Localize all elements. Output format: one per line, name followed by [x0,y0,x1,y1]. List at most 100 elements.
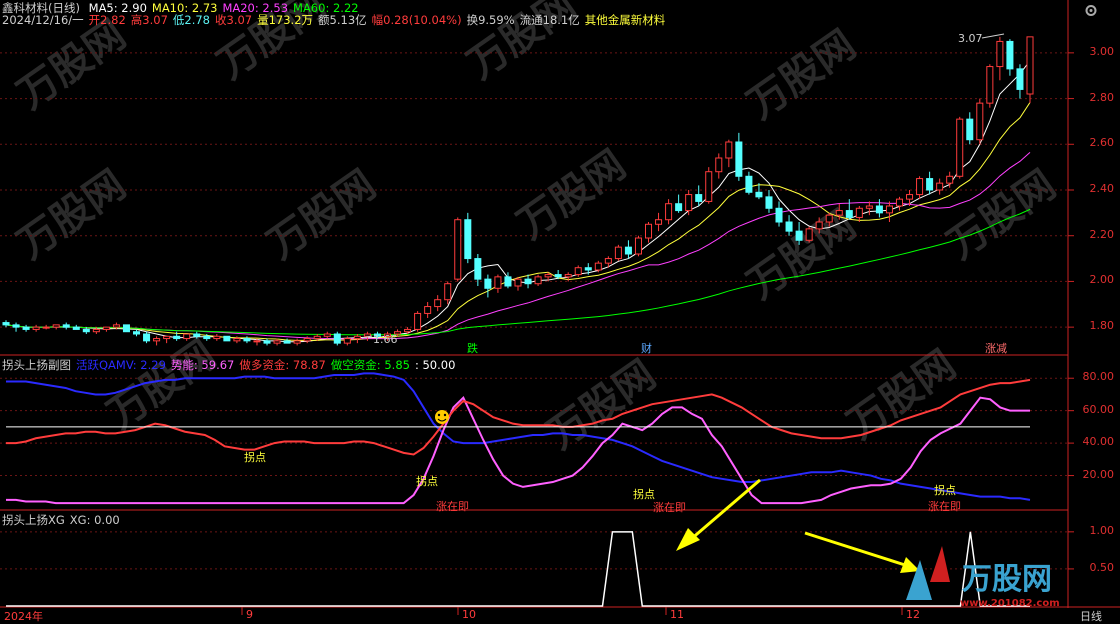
candle-body [835,210,843,216]
watermark-text: 万股网 [99,332,224,439]
candle-body [414,312,422,330]
candle-body [1026,36,1034,95]
candle-body [624,246,632,255]
candle-body [504,276,512,287]
candle-body [112,324,120,328]
candle-body [62,324,70,328]
candle-body [223,335,231,342]
info-item-7: 幅0.28(10.04%) [371,13,462,27]
axis-tick-label: 2.40 [1089,182,1115,195]
sub1-annotation: 拐点 [244,450,266,464]
marker-die: 跌 [467,341,478,355]
ma-lines [5,60,1031,343]
candle-body [514,278,522,287]
sub2-gridlines [0,531,1074,570]
candle-body [72,326,80,330]
sub2-legend-1: XG: 0.00 [69,513,120,527]
candle-body [2,322,10,326]
candle-body [594,262,602,271]
candle-body [253,340,261,343]
candle-body [554,274,562,278]
candle-body [775,207,783,223]
candle-body [946,175,954,184]
candle-body [404,328,412,333]
candle-body [42,326,50,329]
watermark-text: 万股网 [509,142,634,249]
candle-body [454,219,462,280]
candle-body [263,340,271,344]
candle-body [494,276,502,289]
candle-body [614,246,622,260]
high-label: 3.07 [958,32,983,45]
candle-body [604,258,612,264]
candle-body [845,210,853,218]
candle-body [986,66,994,104]
candle-body [755,191,763,198]
brand-logo: 万股网 www.201082.com [906,546,1060,609]
sub1-legend-0: 拐头上扬副图 [2,358,71,372]
candle-body [293,340,301,344]
watermark-text: 万股网 [739,22,864,129]
candle-body [685,194,693,212]
axis-tick-label: 1.00 [1089,523,1115,537]
candle-body [584,267,592,271]
candle-body [966,118,974,141]
axis-tick-label: 2.80 [1089,90,1115,104]
watermark-text: 万股网 [259,162,384,269]
date-tick-label: 日线 [1080,610,1102,623]
info-item-9: 流通18.1亿 [519,13,580,27]
candle-body [735,141,743,177]
info-item-6: 额5.13亿 [318,13,367,27]
info-item-1: 开2.82 [88,13,126,27]
candle-body [564,274,572,278]
candle-body [102,326,110,330]
date-tick-label: 10 [462,608,476,621]
candle-body [173,335,181,340]
candle-body [825,214,833,223]
info-item-10: 其他金属新材料 [584,13,666,27]
ma60-line [5,208,1031,336]
candle-body [193,333,201,337]
info-line: 2024/12/16/一 开2.82 高3.07 低2.78 收3.07 量173.2万额… [2,12,670,28]
candle-body [865,205,873,209]
candle-body [574,267,582,276]
candle-body [464,219,472,260]
candle-body [916,178,924,196]
candle-body [885,205,893,214]
candle-body [233,338,241,342]
emoji-marker [435,410,449,424]
candle-body [936,182,944,191]
sub1-legend-2: 势能: 59.67 [170,358,235,372]
date-tick-label: 11 [670,608,684,621]
candle-body [895,198,904,207]
info-item-4: 收3.07 [215,13,253,27]
axis-tick-label: 20.00 [1082,467,1115,481]
watermark-text: 万股网 [939,162,1064,269]
ma5-line [5,60,1031,343]
candle-body [484,278,492,289]
candle-body [273,340,281,344]
candle-body [1016,68,1024,90]
candle-body [634,237,642,255]
candle-body [143,333,151,342]
yellow-arrows [676,478,920,573]
candle-body [203,335,211,340]
candle-body [343,338,351,344]
axis-tick-label: 0.50 [1089,560,1115,574]
candle-body [675,203,683,212]
candle-body [283,340,291,344]
info-item-3: 低2.78 [172,13,210,27]
candle-body [715,157,723,173]
candle-body [363,333,371,337]
candle-body [875,205,883,214]
marker-cai: 财 [641,341,652,355]
candle-body [725,141,733,159]
candle-body [745,175,753,193]
axis-tick-label: 3.00 [1089,44,1115,58]
candle-body [444,283,452,301]
gear-icon[interactable] [1084,2,1098,16]
candle-body [705,171,713,202]
candle-body [323,333,331,337]
candle-body [474,258,482,280]
candle-body [785,221,793,232]
